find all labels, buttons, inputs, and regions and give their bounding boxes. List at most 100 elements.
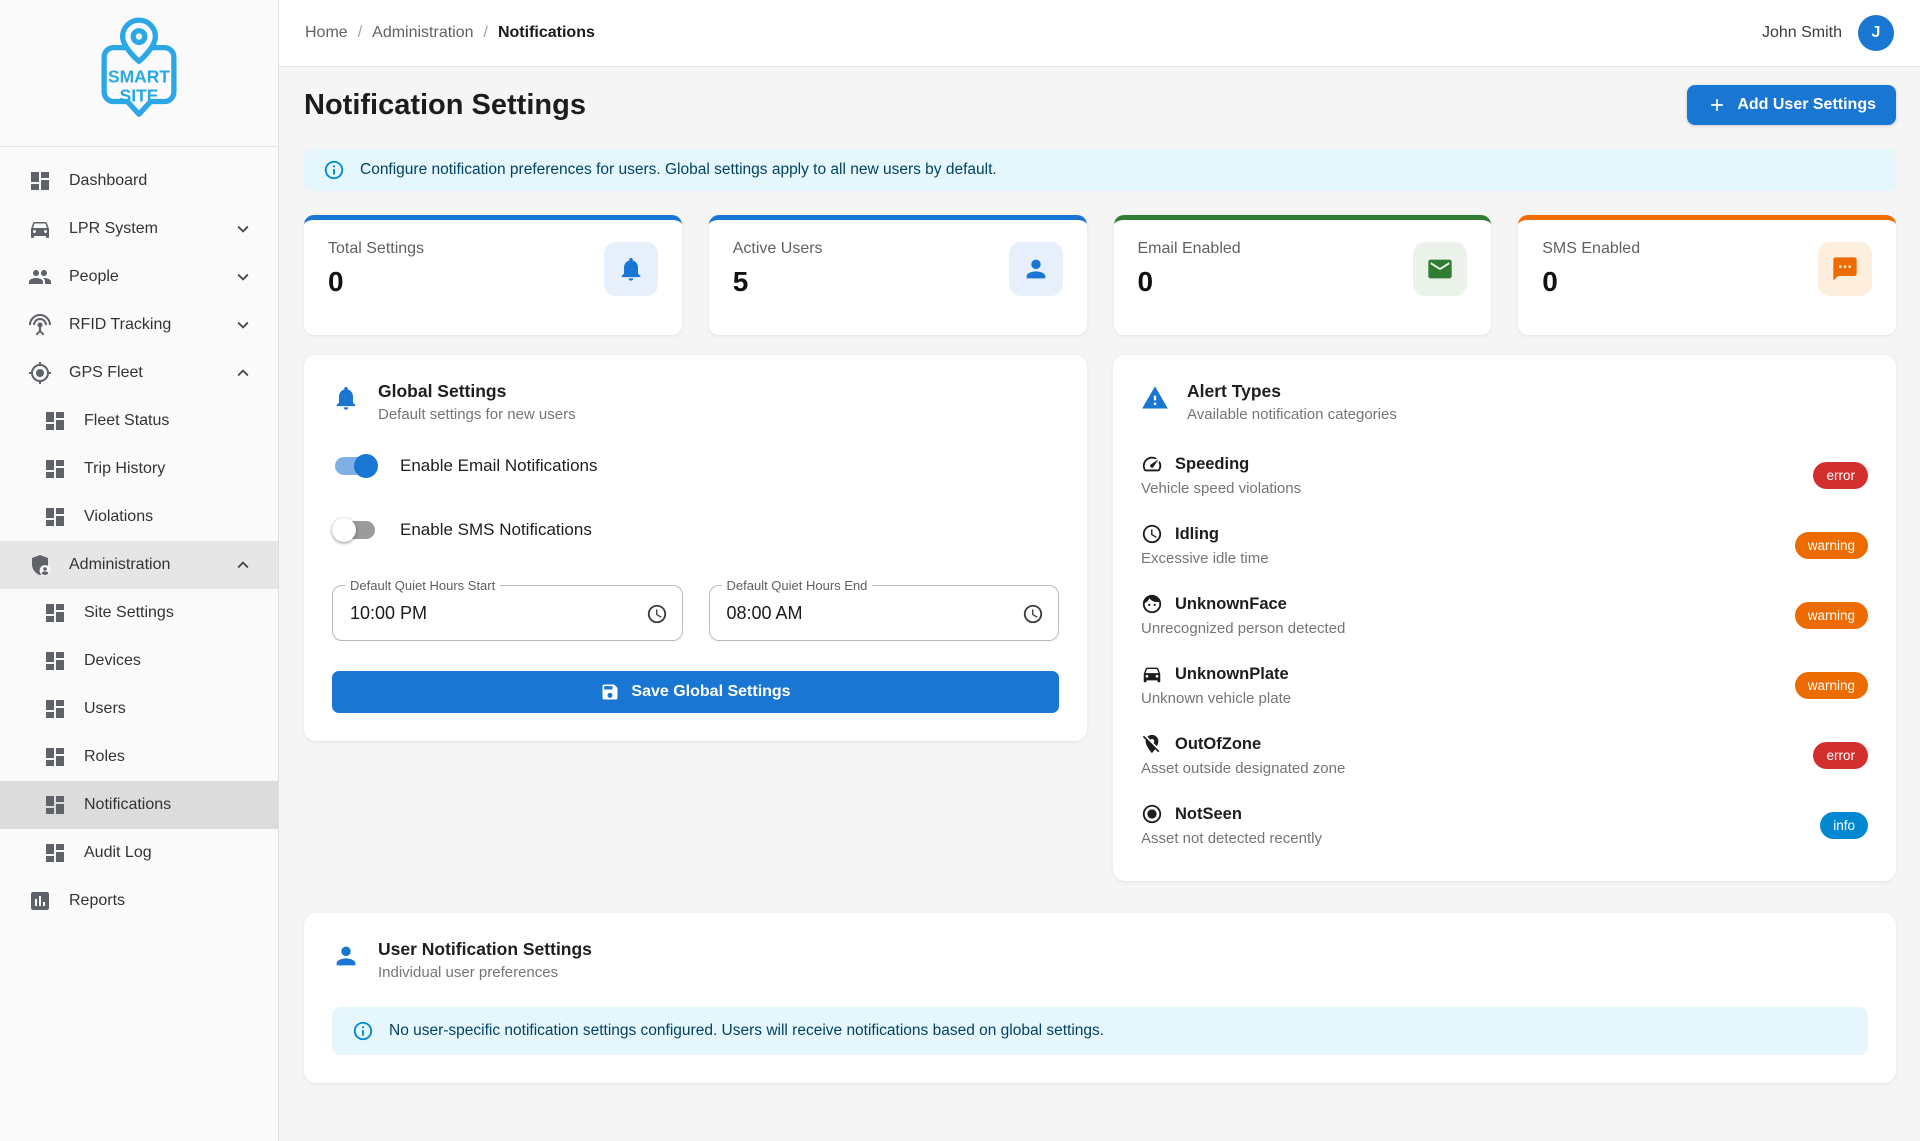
- alert-type-description: Unknown vehicle plate: [1141, 690, 1291, 707]
- bell-icon: [604, 242, 658, 296]
- severity-badge: warning: [1795, 602, 1868, 629]
- stat-card-sms-enabled: SMS Enabled 0: [1518, 215, 1896, 335]
- grid-icon: [43, 601, 67, 625]
- save-icon: [600, 682, 620, 702]
- sidebar-item-people[interactable]: People: [0, 253, 278, 301]
- alert-type-row-unknownplate: UnknownPlate Unknown vehicle plate warni…: [1141, 663, 1868, 707]
- breadcrumb-home[interactable]: Home: [305, 24, 348, 42]
- grid-icon: [43, 697, 67, 721]
- field-label: Default Quiet Hours End: [722, 578, 873, 593]
- grid-icon: [43, 505, 67, 529]
- email-toggle-row: Enable Email Notifications: [332, 453, 1059, 479]
- sidebar-item-fleet-status[interactable]: Fleet Status: [0, 397, 278, 445]
- breadcrumb: Home / Administration / Notifications: [305, 24, 595, 42]
- sidebar-item-dashboard[interactable]: Dashboard: [0, 157, 278, 205]
- global-settings-header: Global Settings Default settings for new…: [332, 381, 1059, 423]
- email-notifications-toggle[interactable]: [332, 453, 378, 479]
- quiet-hours-fields: Default Quiet Hours Start 10:00 PM Defau…: [332, 585, 1059, 641]
- stat-card-active-users: Active Users 5: [709, 215, 1087, 335]
- sidebar-item-violations[interactable]: Violations: [0, 493, 278, 541]
- sidebar-item-administration[interactable]: Administration: [0, 541, 278, 589]
- sms-notifications-toggle[interactable]: [332, 517, 378, 543]
- breadcrumb-separator: /: [358, 24, 362, 42]
- panel-subtitle: Individual user preferences: [378, 964, 592, 981]
- sidebar-item-lpr-system[interactable]: LPR System: [0, 205, 278, 253]
- bell-icon: [332, 384, 360, 412]
- grid-icon: [43, 841, 67, 865]
- grid-icon: [43, 745, 67, 769]
- sidebar-item-label: Reports: [69, 892, 254, 910]
- chevron-down-icon: [232, 218, 254, 240]
- warning-triangle-icon: [1141, 384, 1169, 412]
- app-root: SMART SITE Dashboard LPR System People: [0, 0, 1920, 1141]
- sidebar-item-site-settings[interactable]: Site Settings: [0, 589, 278, 637]
- stat-card-total-settings: Total Settings 0: [304, 215, 682, 335]
- panel-title: Global Settings: [378, 381, 576, 402]
- quiet-hours-start-input[interactable]: Default Quiet Hours Start 10:00 PM: [332, 585, 683, 641]
- stat-value: 5: [733, 266, 823, 298]
- stat-value: 0: [1542, 266, 1640, 298]
- sidebar-item-trip-history[interactable]: Trip History: [0, 445, 278, 493]
- sidebar-item-label: Roles: [84, 748, 254, 766]
- alert-type-description: Unrecognized person detected: [1141, 620, 1345, 637]
- sidebar-item-label: People: [69, 268, 232, 286]
- info-banner-text: Configure notification preferences for u…: [360, 161, 997, 179]
- alert-type-name: Idling: [1175, 525, 1219, 544]
- add-user-settings-button[interactable]: Add User Settings: [1687, 85, 1896, 125]
- user-settings-header: User Notification Settings Individual us…: [332, 939, 1868, 981]
- car-icon: [28, 217, 52, 241]
- face-icon: [1141, 593, 1163, 615]
- plus-icon: [1707, 95, 1727, 115]
- breadcrumb-separator: /: [484, 24, 488, 42]
- sidebar-item-label: Violations: [84, 508, 254, 526]
- alert-type-row-notseen: NotSeen Asset not detected recently info: [1141, 803, 1868, 847]
- sidebar-item-gps-fleet[interactable]: GPS Fleet: [0, 349, 278, 397]
- alert-type-name: OutOfZone: [1175, 735, 1261, 754]
- sidebar-item-users[interactable]: Users: [0, 685, 278, 733]
- stat-label: SMS Enabled: [1542, 240, 1640, 258]
- clock-icon[interactable]: [646, 603, 668, 625]
- gps-icon: [28, 361, 52, 385]
- global-settings-panel: Global Settings Default settings for new…: [304, 355, 1087, 741]
- sidebar-item-label: LPR System: [69, 220, 232, 238]
- alert-type-description: Excessive idle time: [1141, 550, 1269, 567]
- severity-badge: warning: [1795, 672, 1868, 699]
- save-button-label: Save Global Settings: [631, 683, 790, 701]
- avatar[interactable]: J: [1858, 15, 1894, 51]
- main-area: Home / Administration / Notifications Jo…: [279, 0, 1920, 1141]
- panel-subtitle: Available notification categories: [1187, 406, 1397, 423]
- sms-icon: [1818, 242, 1872, 296]
- breadcrumb-administration[interactable]: Administration: [372, 24, 473, 42]
- chevron-down-icon: [232, 314, 254, 336]
- sidebar-item-roles[interactable]: Roles: [0, 733, 278, 781]
- sidebar-item-label: Notifications: [84, 796, 254, 814]
- severity-badge: info: [1820, 812, 1868, 839]
- sms-toggle-row: Enable SMS Notifications: [332, 517, 1059, 543]
- brand-line2: SITE: [120, 86, 159, 106]
- chevron-down-icon: [232, 266, 254, 288]
- person-icon: [1009, 242, 1063, 296]
- alert-type-name: UnknownFace: [1175, 595, 1287, 614]
- alert-type-description: Asset not detected recently: [1141, 830, 1322, 847]
- quiet-hours-end-input[interactable]: Default Quiet Hours End 08:00 AM: [709, 585, 1060, 641]
- sidebar-item-reports[interactable]: Reports: [0, 877, 278, 925]
- grid-icon: [43, 793, 67, 817]
- sidebar-item-label: RFID Tracking: [69, 316, 232, 334]
- page-header: Notification Settings Add User Settings: [304, 85, 1896, 125]
- sidebar-item-rfid-tracking[interactable]: RFID Tracking: [0, 301, 278, 349]
- sidebar-item-label: Dashboard: [69, 172, 254, 190]
- clock-icon[interactable]: [1022, 603, 1044, 625]
- page-title: Notification Settings: [304, 89, 586, 122]
- sidebar-item-notifications[interactable]: Notifications: [0, 781, 278, 829]
- panel-title: Alert Types: [1187, 381, 1397, 402]
- breadcrumb-current: Notifications: [498, 24, 595, 42]
- bar-chart-icon: [28, 889, 52, 913]
- empty-state-alert: No user-specific notification settings c…: [332, 1007, 1868, 1055]
- sidebar-item-devices[interactable]: Devices: [0, 637, 278, 685]
- person-icon: [332, 942, 360, 970]
- sidebar-item-audit-log[interactable]: Audit Log: [0, 829, 278, 877]
- user-name: John Smith: [1762, 24, 1842, 42]
- severity-badge: warning: [1795, 532, 1868, 559]
- save-global-settings-button[interactable]: Save Global Settings: [332, 671, 1059, 713]
- mail-icon: [1413, 242, 1467, 296]
